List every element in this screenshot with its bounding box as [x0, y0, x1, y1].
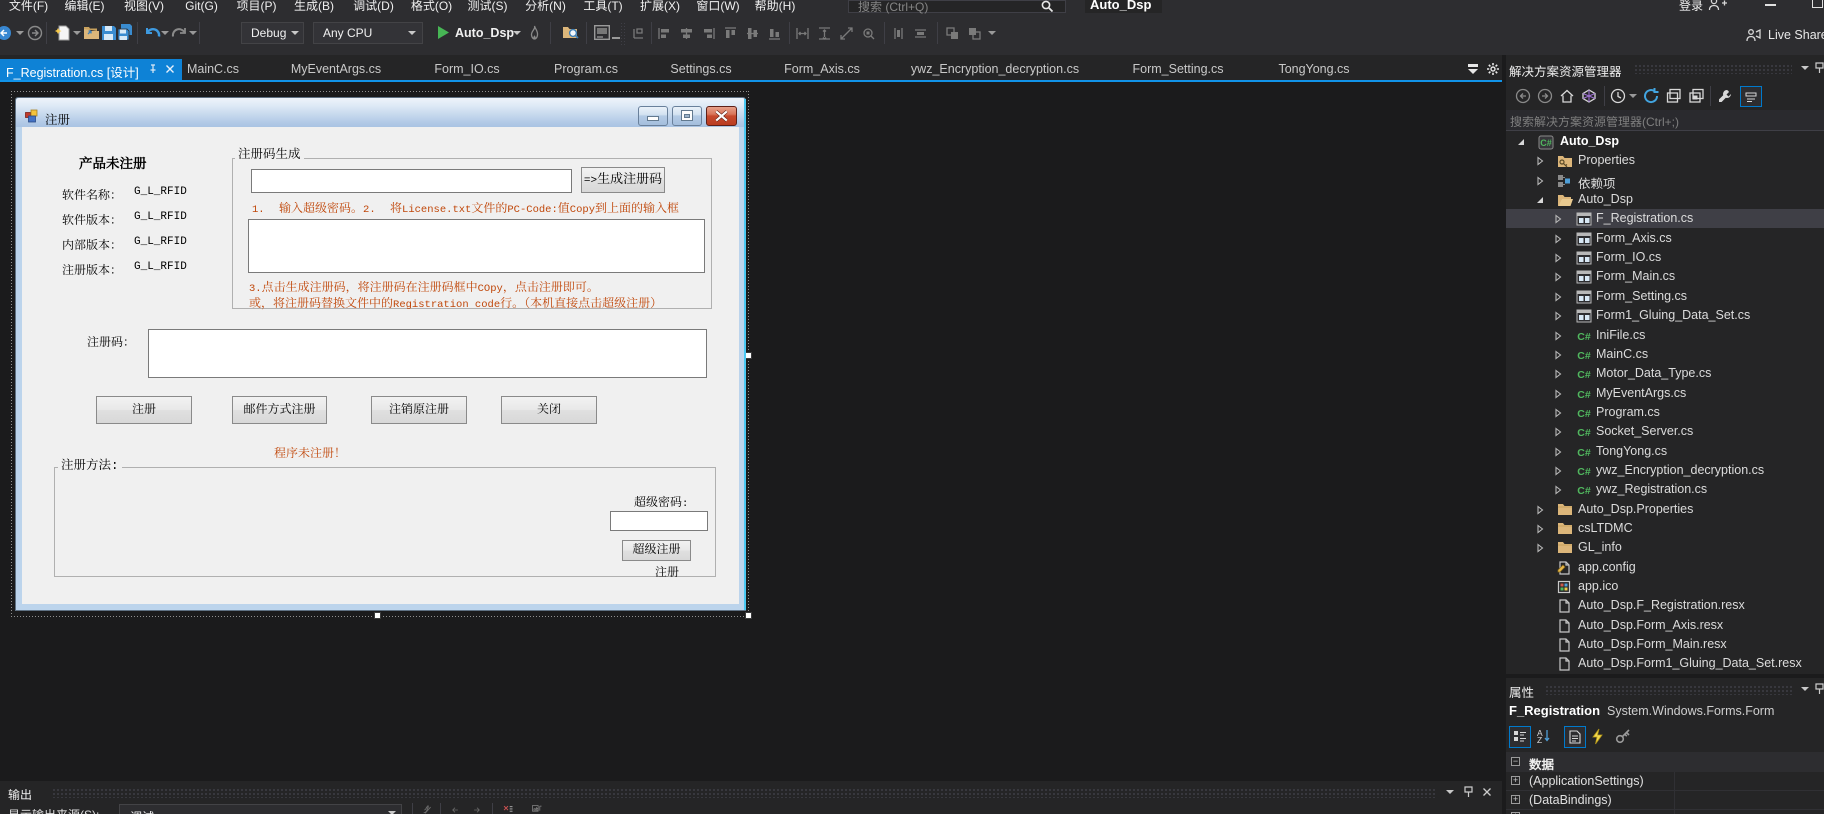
svg-text:C#: C# — [1577, 466, 1591, 478]
svg-text:C#: C# — [1577, 389, 1591, 401]
svg-text:Z: Z — [1537, 735, 1542, 744]
svg-text:C#: C# — [1577, 447, 1591, 459]
svg-text:C#: C# — [1577, 350, 1591, 362]
svg-text:ab: ab — [533, 806, 539, 811]
svg-text:C#: C# — [1577, 369, 1591, 381]
svg-text:C#: C# — [1577, 408, 1591, 420]
svg-text:C#: C# — [1577, 427, 1591, 439]
svg-text:C#: C# — [1540, 138, 1552, 148]
svg-text:C#: C# — [1577, 331, 1591, 343]
svg-text:C#: C# — [1577, 485, 1591, 497]
